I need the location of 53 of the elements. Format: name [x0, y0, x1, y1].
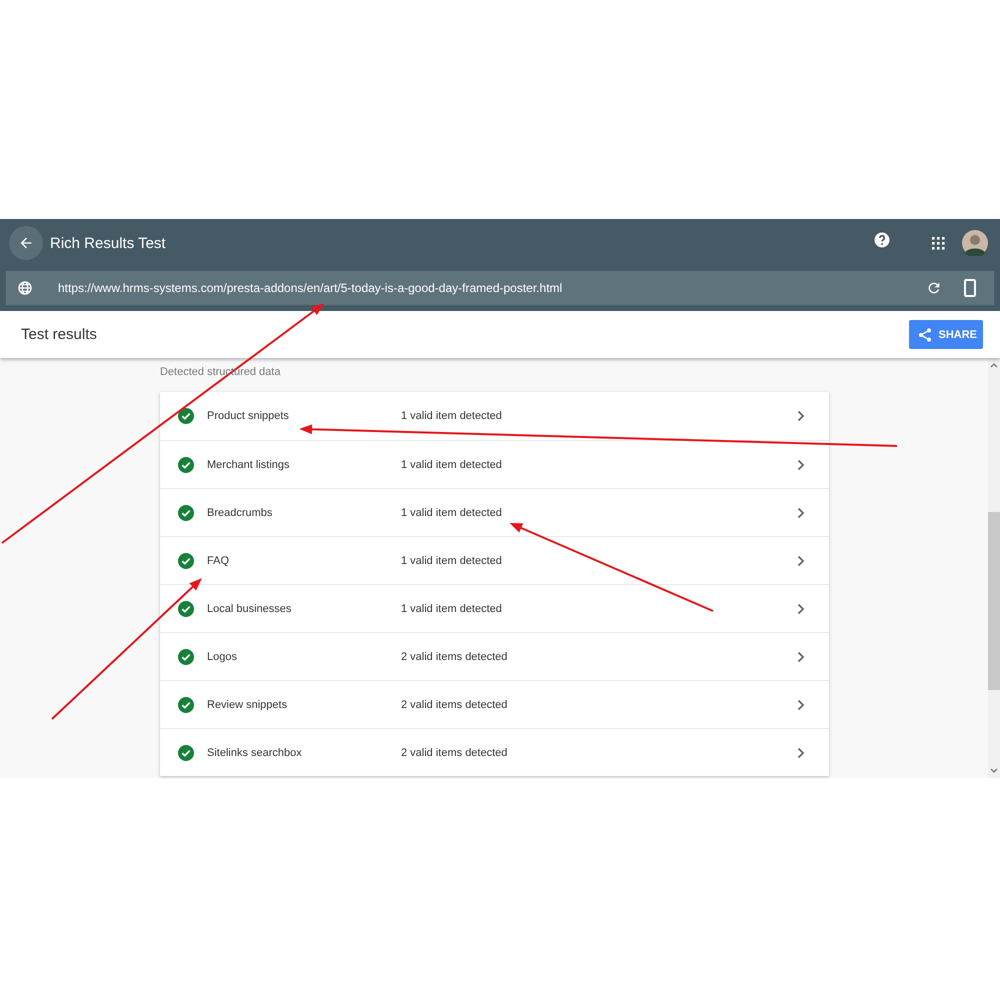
result-status: 2 valid items detected [401, 650, 508, 662]
app-title: Rich Results Test [50, 234, 166, 252]
scroll-up-icon[interactable] [990, 362, 998, 368]
result-name: Local businesses [207, 602, 292, 614]
result-status: 1 valid item detected [401, 602, 503, 614]
result-name: Merchant listings [207, 458, 291, 470]
result-status: 1 valid item detected [401, 506, 503, 518]
result-row[interactable]: Logos 2 valid items detected [160, 632, 829, 680]
chevron-right-icon [797, 650, 805, 662]
chevron-right-icon [797, 410, 805, 422]
refresh-icon[interactable] [926, 280, 942, 296]
result-status: 1 valid item detected [401, 410, 503, 422]
apps-grid-icon[interactable] [931, 236, 945, 250]
share-button[interactable]: SHARE [909, 320, 983, 349]
chevron-right-icon [797, 698, 805, 710]
help-icon[interactable] [873, 231, 891, 249]
result-status: 1 valid item detected [401, 554, 503, 566]
result-name: Sitelinks searchbox [207, 746, 303, 758]
chevron-right-icon [797, 554, 805, 566]
check-circle-icon [178, 648, 194, 664]
result-row[interactable]: Product snippets 1 valid item detected [160, 392, 829, 440]
check-circle-icon [178, 504, 194, 520]
mobile-device-icon[interactable] [964, 279, 976, 297]
chevron-right-icon [797, 746, 805, 758]
check-circle-icon [178, 744, 194, 760]
url-field[interactable]: https://www.hrms-systems.com/presta-addons/en/art/5-today-is-a-good-day-framed-poster.html [6, 271, 994, 305]
result-name: Review snippets [207, 698, 288, 710]
scrollbar[interactable] [988, 358, 1000, 778]
result-name: Product snippets [207, 410, 290, 422]
chevron-right-icon [797, 602, 805, 614]
check-circle-icon [178, 552, 194, 568]
check-circle-icon [178, 696, 194, 712]
chevron-right-icon [797, 458, 805, 470]
share-icon [917, 326, 934, 342]
avatar-icon[interactable] [962, 230, 988, 256]
chevron-right-icon [797, 506, 805, 518]
scrollbar-thumb[interactable] [988, 512, 1000, 690]
result-status: 1 valid item detected [401, 458, 503, 470]
scroll-down-icon[interactable] [990, 768, 998, 774]
check-circle-icon [178, 456, 194, 472]
result-row[interactable]: Sitelinks searchbox 2 valid items detected [160, 728, 829, 776]
result-status: 2 valid items detected [401, 746, 508, 758]
results-title: Test results [21, 326, 97, 343]
back-arrow-icon [18, 235, 34, 251]
globe-icon [17, 280, 33, 296]
result-name: Logos [207, 650, 238, 662]
result-name: Breadcrumbs [207, 506, 274, 518]
result-name: FAQ [207, 554, 230, 566]
back-button[interactable] [9, 226, 43, 260]
result-row[interactable]: Review snippets 2 valid items detected [160, 680, 829, 728]
check-circle-icon [178, 600, 194, 616]
check-circle-icon [178, 408, 194, 424]
result-status: 2 valid items detected [401, 698, 508, 710]
